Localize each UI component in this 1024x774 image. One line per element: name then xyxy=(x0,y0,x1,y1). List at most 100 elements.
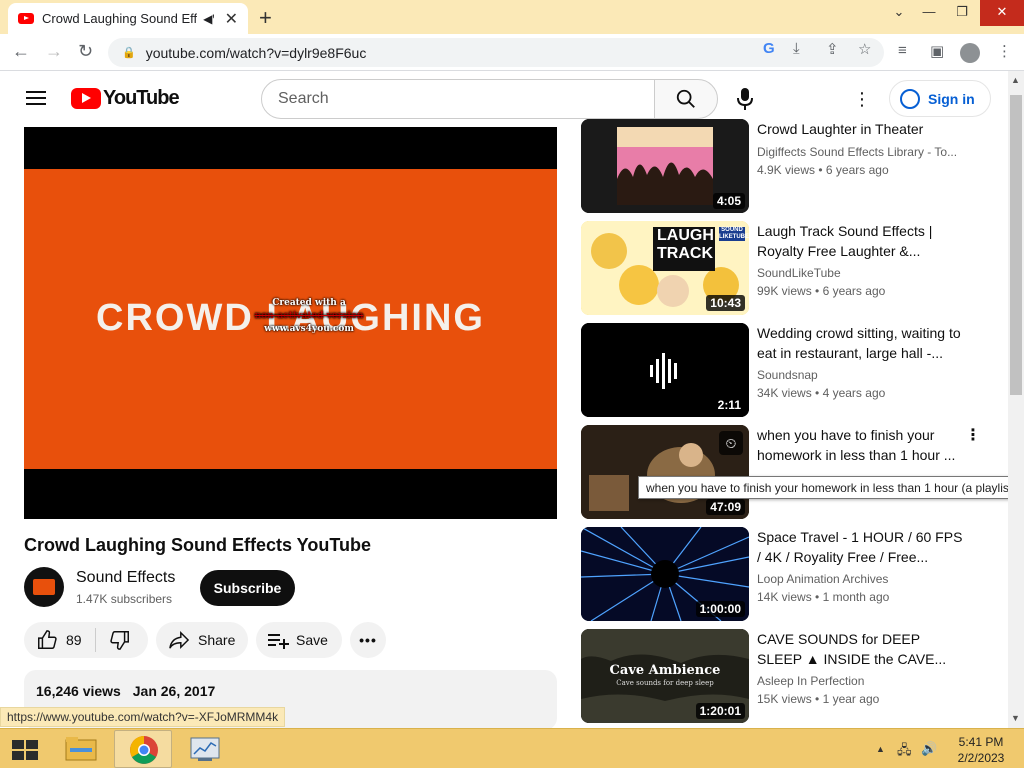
share-button[interactable]: Share xyxy=(156,622,248,658)
recommendation-item[interactable]: 2:11 Wedding crowd sitting, waiting to e… xyxy=(581,323,991,419)
bookmark-star-icon[interactable]: ☆ xyxy=(858,40,871,58)
recommendation-channel[interactable]: Asleep In Perfection xyxy=(757,674,864,688)
scroll-up-arrow-icon[interactable]: ▲ xyxy=(1011,75,1020,85)
duration-badge: 1:20:01 xyxy=(695,703,745,719)
channel-name[interactable]: Sound Effects xyxy=(76,569,175,587)
recommendation-item[interactable]: Cave Ambience Cave sounds for deep sleep… xyxy=(581,629,991,725)
restore-button[interactable]: ❐ xyxy=(945,0,979,26)
duration-badge: 10:43 xyxy=(706,295,745,311)
recommendation-channel[interactable]: Soundsnap xyxy=(757,368,818,382)
youtube-logo[interactable]: YouTube xyxy=(71,87,180,110)
status-bar-url: https://www.youtube.com/watch?v=-XFJoMRM… xyxy=(0,707,286,727)
duration-badge: 1:00:00 xyxy=(695,601,745,617)
thumbnail[interactable]: LAUGH TRACK SOUND LIKETUBE 10:43 xyxy=(581,221,749,315)
video-title: Crowd Laughing Sound Effects YouTube xyxy=(24,535,371,555)
recommendation-title[interactable]: Crowd Laughter in Theater xyxy=(757,119,967,139)
recommendation-channel[interactable]: Loop Animation Archives xyxy=(757,572,888,586)
thumbnail[interactable]: ⏲ 47:09 xyxy=(581,425,749,519)
profile-avatar-icon[interactable] xyxy=(960,43,980,63)
recommendation-item[interactable]: ⏲ 47:09 when you have to finish your hom… xyxy=(581,425,991,521)
forward-button[interactable]: → xyxy=(45,41,63,62)
monitor-app-icon[interactable] xyxy=(176,730,234,768)
volume-icon[interactable]: 🔊 xyxy=(921,741,937,757)
file-explorer-icon[interactable] xyxy=(52,730,110,768)
scroll-thumb[interactable] xyxy=(1010,95,1022,395)
share-page-icon[interactable]: ⇪ xyxy=(826,40,839,58)
save-button[interactable]: Save xyxy=(256,622,342,658)
share-arrow-icon xyxy=(169,630,190,650)
speaker-icon[interactable]: ◀ꞌ xyxy=(203,12,215,26)
subscriber-count: 1.47K subscribers xyxy=(76,592,173,606)
more-actions-icon[interactable]: ••• xyxy=(350,622,386,658)
new-tab-button[interactable]: + xyxy=(259,5,272,31)
windows-start-icon[interactable] xyxy=(12,740,38,760)
thumbs-down-icon[interactable] xyxy=(109,629,131,651)
google-translate-icon[interactable]: G xyxy=(763,40,775,57)
watch-later-clock-icon[interactable]: ⏲ xyxy=(719,431,743,455)
watermark: Created with a non-activated version www… xyxy=(249,297,369,336)
back-button[interactable]: ← xyxy=(12,41,30,62)
thumbnail[interactable]: 2:11 xyxy=(581,323,749,417)
clock-time: 5:41 PM xyxy=(958,735,1004,749)
network-icon[interactable]: 🖧 xyxy=(897,741,912,763)
watermark-line2: non-activated version xyxy=(254,311,364,321)
recommendation-channel[interactable]: SoundLikeTube xyxy=(757,266,841,280)
recommendation-title[interactable]: CAVE SOUNDS for DEEP SLEEP ▲ INSIDE the … xyxy=(757,629,967,669)
search-button[interactable] xyxy=(654,79,718,119)
more-options-kebab-icon[interactable]: ⋮ xyxy=(965,425,981,445)
sign-in-label: Sign in xyxy=(928,90,975,107)
recommendation-title[interactable]: Laugh Track Sound Effects | Royalty Free… xyxy=(757,221,967,261)
recommendation-meta: 15K views • 1 year ago xyxy=(757,692,880,706)
reload-button[interactable]: ↻ xyxy=(78,41,93,62)
save-label: Save xyxy=(296,632,328,648)
logo-text: YouTube xyxy=(103,87,180,109)
recommendation-title[interactable]: when you have to finish your homework in… xyxy=(757,425,967,465)
recommendation-meta: 99K views • 6 years ago xyxy=(757,284,886,298)
minimize-button[interactable]: — xyxy=(912,0,946,26)
side-panel-icon[interactable]: ▣ xyxy=(930,42,944,60)
system-clock[interactable]: 5:41 PM 2/2/2023 xyxy=(950,734,1012,766)
channel-avatar[interactable] xyxy=(24,567,64,607)
thumbnail-subtext: Cave sounds for deep sleep xyxy=(616,679,714,687)
recommendation-item[interactable]: 4:05 Crowd Laughter in Theater Digiffect… xyxy=(581,119,991,215)
subscribe-button[interactable]: Subscribe xyxy=(200,570,295,606)
search-input[interactable]: Search xyxy=(261,79,655,119)
page-scrollbar[interactable]: ▲ ▼ xyxy=(1008,71,1024,728)
lock-icon[interactable]: 🔒 xyxy=(122,46,136,59)
close-window-button[interactable]: ✕ xyxy=(980,0,1024,26)
settings-kebab-icon[interactable]: ⋮ xyxy=(853,89,871,109)
thumbnail-text: Cave Ambience xyxy=(609,663,721,678)
tooltip: when you have to finish your homework in… xyxy=(638,476,1024,499)
watermark-line1: Created with a xyxy=(272,298,346,308)
video-player[interactable]: CROWD LAUGHING Created with a non-activa… xyxy=(24,127,557,519)
like-dislike-group: 89 xyxy=(24,622,148,658)
chrome-taskbar-icon[interactable] xyxy=(114,730,172,768)
close-tab-icon[interactable]: ✕ xyxy=(225,9,238,29)
install-app-icon[interactable]: ⤓ xyxy=(793,40,800,57)
duration-badge: 4:05 xyxy=(712,193,745,209)
scroll-down-arrow-icon[interactable]: ▼ xyxy=(1011,713,1020,723)
recommendation-item[interactable]: LAUGH TRACK SOUND LIKETUBE 10:43 Laugh T… xyxy=(581,221,991,317)
sign-in-button[interactable]: Sign in xyxy=(889,80,991,117)
thumbnail[interactable]: 1:00:00 xyxy=(581,527,749,621)
tray-expand-icon[interactable]: ▲ xyxy=(876,744,885,754)
thumbnail[interactable]: Cave Ambience Cave sounds for deep sleep… xyxy=(581,629,749,723)
microphone-icon[interactable] xyxy=(737,88,753,110)
hamburger-menu-icon[interactable] xyxy=(26,91,46,105)
recommendation-item[interactable]: 1:00:00 Space Travel - 1 HOUR / 60 FPS /… xyxy=(581,527,991,623)
thumbnail-badge: SOUND LIKETUBE xyxy=(719,227,749,241)
recommendation-channel[interactable]: Digiffects Sound Effects Library - To... xyxy=(757,145,957,159)
clock-date: 2/2/2023 xyxy=(957,751,1005,765)
browser-menu-icon[interactable]: ⋮ xyxy=(997,42,1012,60)
duration-badge: 47:09 xyxy=(706,499,745,515)
thumbnail[interactable]: 4:05 xyxy=(581,119,749,213)
recommendation-title[interactable]: Space Travel - 1 HOUR / 60 FPS / 4K / Ro… xyxy=(757,527,967,567)
tab-search-icon[interactable]: ⌄ xyxy=(882,0,916,26)
thumbs-up-icon[interactable] xyxy=(36,629,58,651)
duration-badge: 2:11 xyxy=(713,397,745,413)
browser-titlebar: Crowd Laughing Sound Effects YouTube ◀ꞌ … xyxy=(0,0,1024,34)
browser-tab[interactable]: Crowd Laughing Sound Effects YouTube ◀ꞌ … xyxy=(8,3,248,34)
share-label: Share xyxy=(198,632,236,648)
media-control-icon[interactable]: ≡ xyxy=(898,42,907,59)
recommendation-title[interactable]: Wedding crowd sitting, waiting to eat in… xyxy=(757,323,967,363)
